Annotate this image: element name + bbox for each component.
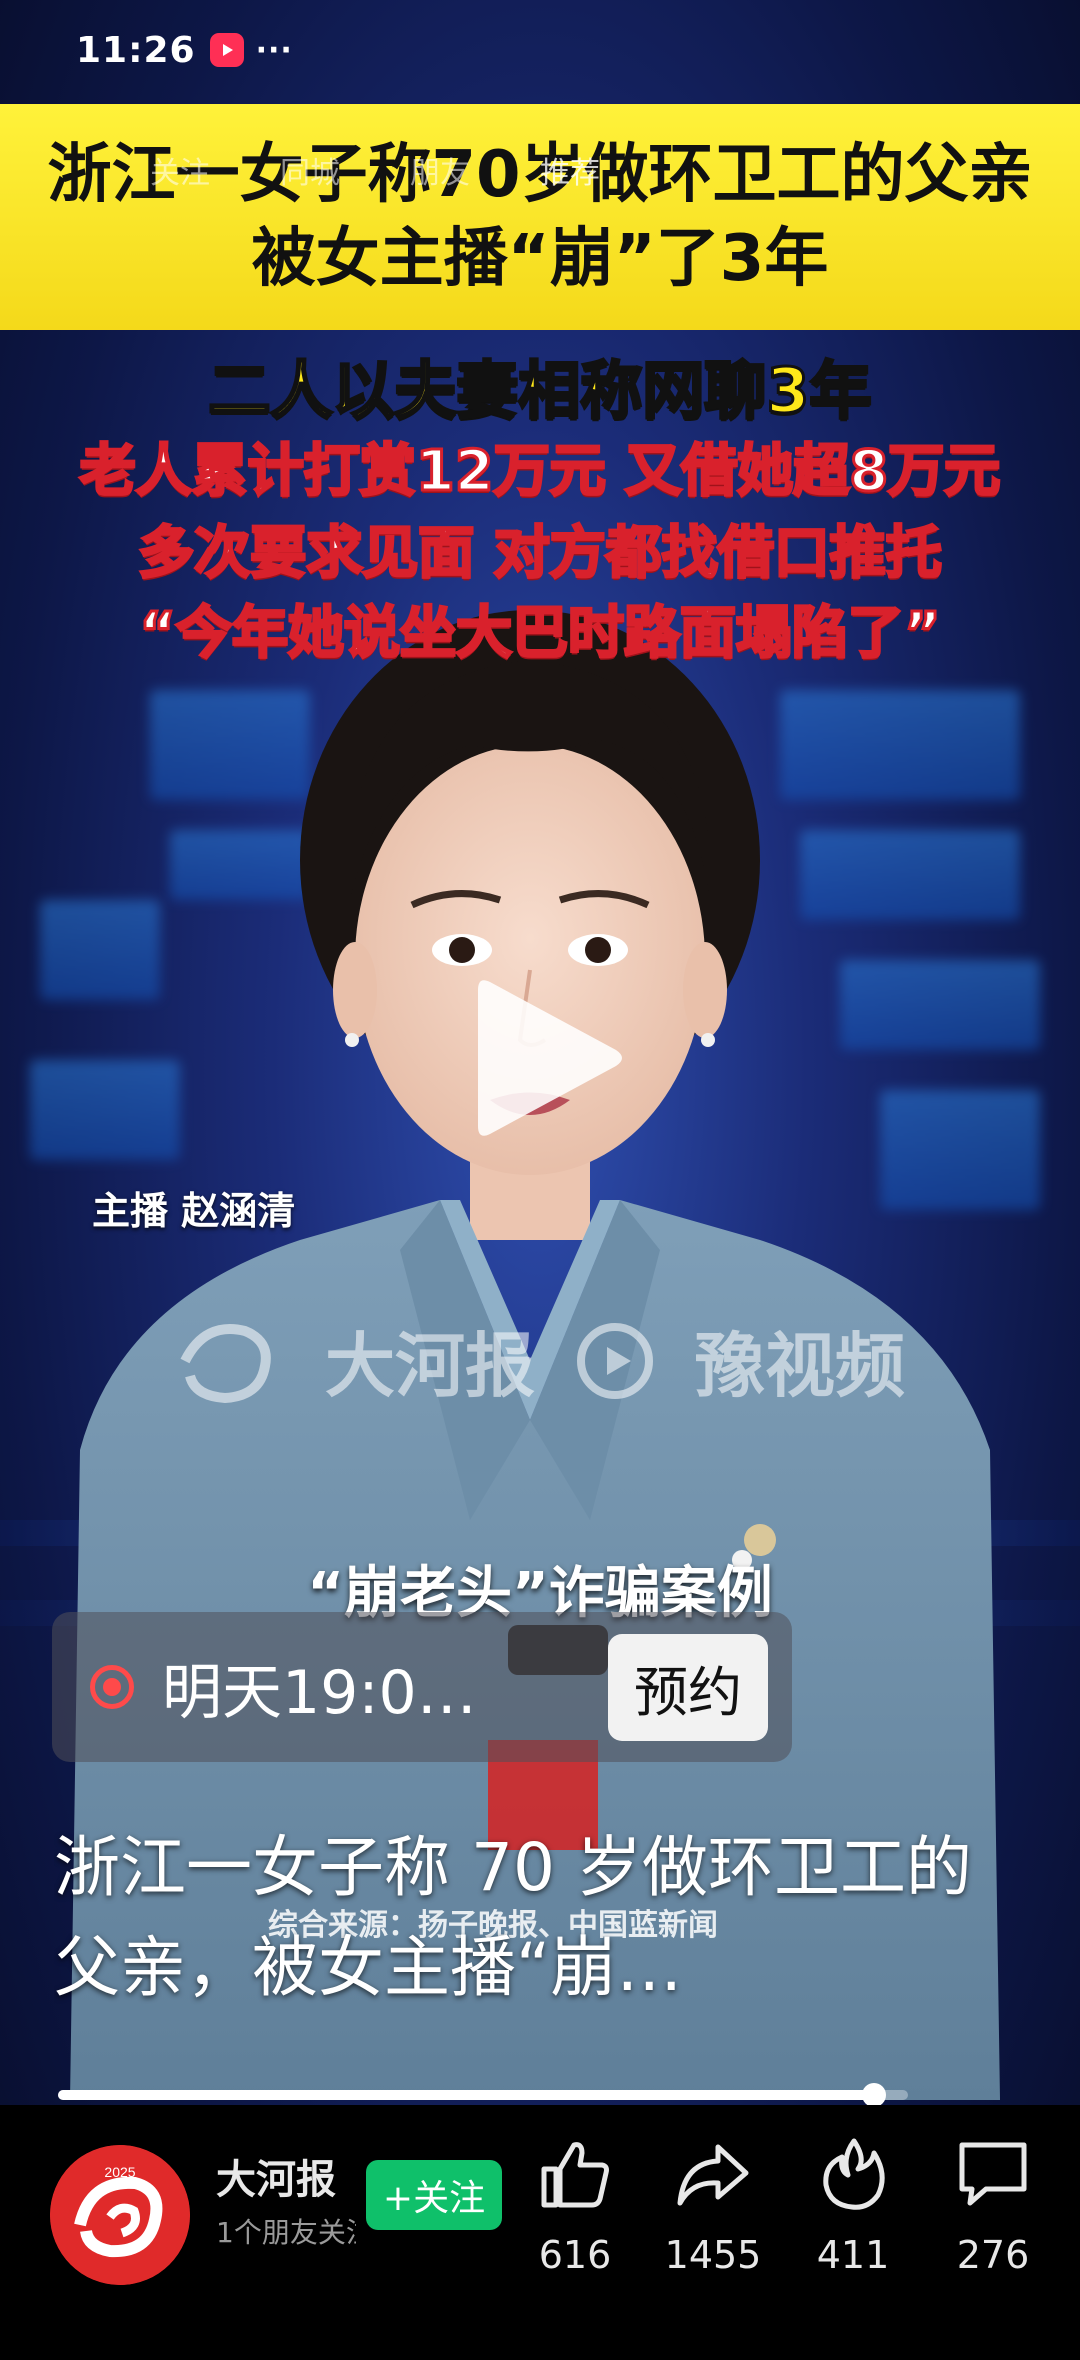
share-action[interactable]: 1455 — [648, 2135, 778, 2277]
progress-knob[interactable] — [862, 2083, 886, 2107]
account-avatar[interactable]: 2025 — [50, 2145, 190, 2285]
share-icon — [677, 2144, 749, 2206]
newspaper-logo-icon — [180, 1323, 271, 1403]
subtitle-line-2: 老人累计打赏12万元 又借她超8万元 — [78, 438, 1001, 506]
comment-icon — [959, 2142, 1027, 2206]
video-app-icon — [209, 33, 244, 67]
thumbs-up-icon — [541, 2142, 609, 2208]
comment-action[interactable]: 276 — [928, 2135, 1058, 2277]
account-friends-note: 1个朋友关注 — [216, 2216, 356, 2249]
reservation-time-text: 明天19:0… — [162, 1657, 477, 1728]
subtitle-line-3: 多次要求见面 对方都找借口推托 — [137, 520, 944, 588]
subtitle-line-1: 二人以夫妻相称网聊3年 — [207, 353, 873, 429]
play-icon[interactable] — [468, 968, 628, 1148]
comment-count: 276 — [956, 2233, 1030, 2277]
newspaper-avatar-logo-icon: 2025 — [50, 2145, 190, 2285]
status-time: 11:26 — [76, 29, 196, 71]
video-feed-screen: 11:26 ··· 浙江一女子称70岁做环卫工的父亲 被女主播“崩”了3年 关注… — [0, 0, 1080, 2360]
follow-button[interactable]: +关注 — [366, 2160, 502, 2230]
subtitle-line-4: “今年她说坐大巴时路面塌陷了” — [138, 600, 943, 668]
tab-recommended[interactable]: 推荐 — [540, 148, 600, 192]
video-caption[interactable]: 浙江一女子称 70 岁做环卫工的父亲，被女主播“崩… — [54, 1818, 1034, 2018]
bottom-action-bar: 2025 大河报 1个朋友关注 +关注 616 1455 411 — [0, 2105, 1080, 2360]
share-count: 1455 — [664, 2233, 762, 2277]
reserve-button[interactable]: 预约 — [608, 1633, 768, 1741]
like-action[interactable]: 616 — [510, 2135, 640, 2277]
headline-line-2: 被女主播“崩”了3年 — [251, 222, 829, 296]
tab-following[interactable]: 关注 — [150, 148, 210, 192]
flame-icon — [823, 2138, 885, 2210]
live-reservation-banner[interactable]: 明天19:0… 预约 — [52, 1612, 792, 1762]
anchor-name-label: 主播 赵涵清 — [92, 1189, 296, 1233]
headline-banner: 浙江一女子称70岁做环卫工的父亲 被女主播“崩”了3年 — [0, 104, 1080, 330]
status-bar: 11:26 ··· — [0, 0, 1080, 100]
like-count: 616 — [538, 2233, 612, 2277]
video-progress-bar[interactable] — [58, 2083, 908, 2107]
account-name[interactable]: 大河报 — [216, 2147, 336, 2205]
video-watermark: 大河报 豫视频 — [0, 1310, 1080, 1411]
recommend-action[interactable]: 411 — [788, 2135, 918, 2277]
live-indicator-icon — [90, 1665, 134, 1709]
recommend-count: 411 — [816, 2233, 890, 2277]
progress-fill — [58, 2090, 874, 2100]
tab-nearby[interactable]: 同城 — [280, 148, 340, 192]
tab-friends[interactable]: 朋友 — [410, 148, 470, 192]
video-brand-icon — [577, 1322, 653, 1399]
watermark-left-text: 大河报 — [325, 1324, 535, 1407]
status-more-dots: ··· — [255, 32, 293, 68]
svg-text:2025: 2025 — [104, 2164, 135, 2180]
top-feed-tabs: 关注 同城 朋友 推荐 — [150, 148, 600, 192]
watermark-right-text: 豫视频 — [695, 1324, 905, 1407]
